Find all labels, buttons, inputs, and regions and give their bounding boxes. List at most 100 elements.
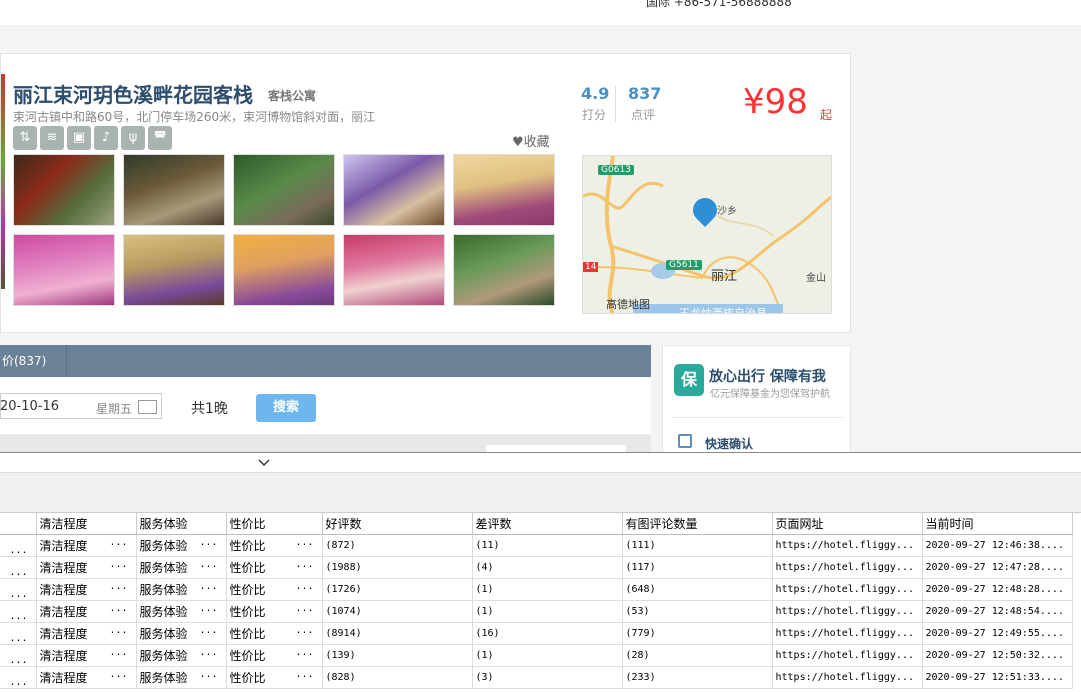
table-cell[interactable]: 清洁程度 [36,556,137,579]
table-cell[interactable]: 2020-09-27 12:51:33.... [922,666,1073,689]
table-cell[interactable]: (1) [472,600,623,623]
table-cell[interactable]: 清洁程度 [36,534,137,557]
table-cell[interactable]: 性价比 [226,644,323,667]
table-cell[interactable]: (8914) [322,622,473,645]
table-cell[interactable] [0,644,37,667]
table-cell[interactable]: (139) [322,644,473,667]
location-map[interactable]: G0613 G5611 14 沙乡 丽江 金山 高德地图 玉龙纳西族自治县 [582,155,832,314]
column-header[interactable]: 差评数 [472,513,623,535]
table-cell[interactable]: (3) [472,666,623,689]
table-cell[interactable]: (233) [622,666,773,689]
table-cell[interactable]: 服务体验 [136,622,227,645]
table-cell[interactable]: (111) [622,534,773,557]
table-row[interactable]: 清洁程度服务体验性价比(872)(11)(111)https://hotel.f… [0,534,1073,557]
table-cell[interactable]: 服务体验 [136,578,227,601]
column-header[interactable]: 性价比 [226,513,323,535]
table-cell[interactable]: 性价比 [226,578,323,601]
table-cell[interactable]: 2020-09-27 12:48:54.... [922,600,1073,623]
table-row[interactable]: 清洁程度服务体验性价比(1726)(1)(648)https://hotel.f… [0,578,1073,601]
table-cell[interactable]: 清洁程度 [36,600,137,623]
checkout-date-field[interactable]: 20-10-16 星期五 [0,393,162,419]
table-cell[interactable]: 2020-09-27 12:49:55.... [922,622,1073,645]
column-header[interactable]: 好评数 [322,513,473,535]
table-cell[interactable]: (1) [472,578,623,601]
column-header[interactable]: 有图评论数量 [622,513,773,535]
table-row[interactable]: 清洁程度服务体验性价比(828)(3)(233)https://hotel.fl… [0,666,1073,689]
table-cell[interactable]: (1074) [322,600,473,623]
table-row[interactable]: 清洁程度服务体验性价比(139)(1)(28)https://hotel.fli… [0,644,1073,667]
column-header[interactable] [0,513,37,535]
table-cell[interactable]: 服务体验 [136,644,227,667]
hotel-photo[interactable] [343,234,445,306]
column-header[interactable]: 当前时间 [922,513,1073,535]
table-cell[interactable]: https://hotel.fliggy... [772,666,923,689]
table-cell[interactable]: (828) [322,666,473,689]
table-cell[interactable]: https://hotel.fliggy... [772,644,923,667]
table-cell[interactable]: 服务体验 [136,556,227,579]
rooms-filter-tab[interactable] [486,445,626,452]
tab-reviews[interactable]: 价(837) [0,345,67,377]
table-cell[interactable]: 服务体验 [136,600,227,623]
table-cell[interactable]: (28) [622,644,773,667]
hotel-photo[interactable] [453,234,555,306]
table-cell[interactable]: 性价比 [226,666,323,689]
table-row[interactable]: 清洁程度服务体验性价比(1074)(1)(53)https://hotel.fl… [0,600,1073,623]
hotel-photo[interactable] [13,154,115,226]
table-cell[interactable]: (872) [322,534,473,557]
hotel-name[interactable]: 丽江束河玥色溪畔花园客栈 [13,79,253,108]
table-cell[interactable]: (11) [472,534,623,557]
table-cell[interactable]: 清洁程度 [36,622,137,645]
table-cell[interactable]: 服务体验 [136,666,227,689]
table-cell[interactable]: (1988) [322,556,473,579]
table-cell[interactable]: 性价比 [226,556,323,579]
hotel-photo[interactable] [233,154,335,226]
table-cell[interactable]: (53) [622,600,773,623]
table-cell[interactable]: 2020-09-27 12:50:32.... [922,644,1073,667]
table-cell[interactable]: (779) [622,622,773,645]
column-header[interactable]: 清洁程度 [36,513,137,535]
table-cell[interactable]: https://hotel.fliggy... [772,534,923,557]
prev-photo-strip[interactable] [1,74,5,289]
table-cell[interactable] [0,578,37,601]
hotel-photo[interactable] [233,234,335,306]
table-row[interactable]: 清洁程度服务体验性价比(1988)(4)(117)https://hotel.f… [0,556,1073,579]
table-cell[interactable]: 服务体验 [136,534,227,557]
table-cell[interactable]: 性价比 [226,534,323,557]
table-cell[interactable]: 2020-09-27 12:46:38.... [922,534,1073,557]
favorite-button[interactable]: ♥收藏 [512,131,550,150]
hotel-photo[interactable] [343,154,445,226]
table-cell[interactable]: (648) [622,578,773,601]
table-cell[interactable]: 性价比 [226,622,323,645]
table-cell[interactable]: (1) [472,644,623,667]
hotel-photo[interactable] [13,234,115,306]
table-cell[interactable] [0,600,37,623]
table-cell[interactable]: (1726) [322,578,473,601]
hotel-photo[interactable] [123,154,225,226]
hotel-photo[interactable] [123,234,225,306]
table-row[interactable]: 清洁程度服务体验性价比(8914)(16)(779)https://hotel.… [0,622,1073,645]
table-cell[interactable]: 清洁程度 [36,666,137,689]
table-cell[interactable]: 2020-09-27 12:47:28.... [922,556,1073,579]
hotel-photo[interactable] [453,154,555,226]
table-cell[interactable]: 2020-09-27 12:48:28.... [922,578,1073,601]
column-header[interactable]: 页面网址 [772,513,923,535]
search-button[interactable]: 搜索 [256,394,316,422]
table-cell[interactable]: (4) [472,556,623,579]
table-cell[interactable]: (16) [472,622,623,645]
table-cell[interactable]: https://hotel.fliggy... [772,578,923,601]
table-cell[interactable]: 清洁程度 [36,578,137,601]
table-cell[interactable]: https://hotel.fliggy... [772,556,923,579]
table-cell[interactable] [0,534,37,557]
table-cell[interactable]: 清洁程度 [36,644,137,667]
chevron-down-icon[interactable] [257,456,271,470]
table-cell[interactable] [0,622,37,645]
table-cell[interactable] [0,556,37,579]
table-cell[interactable]: 性价比 [226,600,323,623]
calendar-icon[interactable] [138,400,157,414]
table-cell[interactable]: https://hotel.fliggy... [772,622,923,645]
panel-splitter[interactable] [0,452,1081,472]
table-cell[interactable] [0,666,37,689]
review-count[interactable]: 837 [628,84,661,103]
column-header[interactable]: 服务体验 [136,513,227,535]
table-cell[interactable]: (117) [622,556,773,579]
